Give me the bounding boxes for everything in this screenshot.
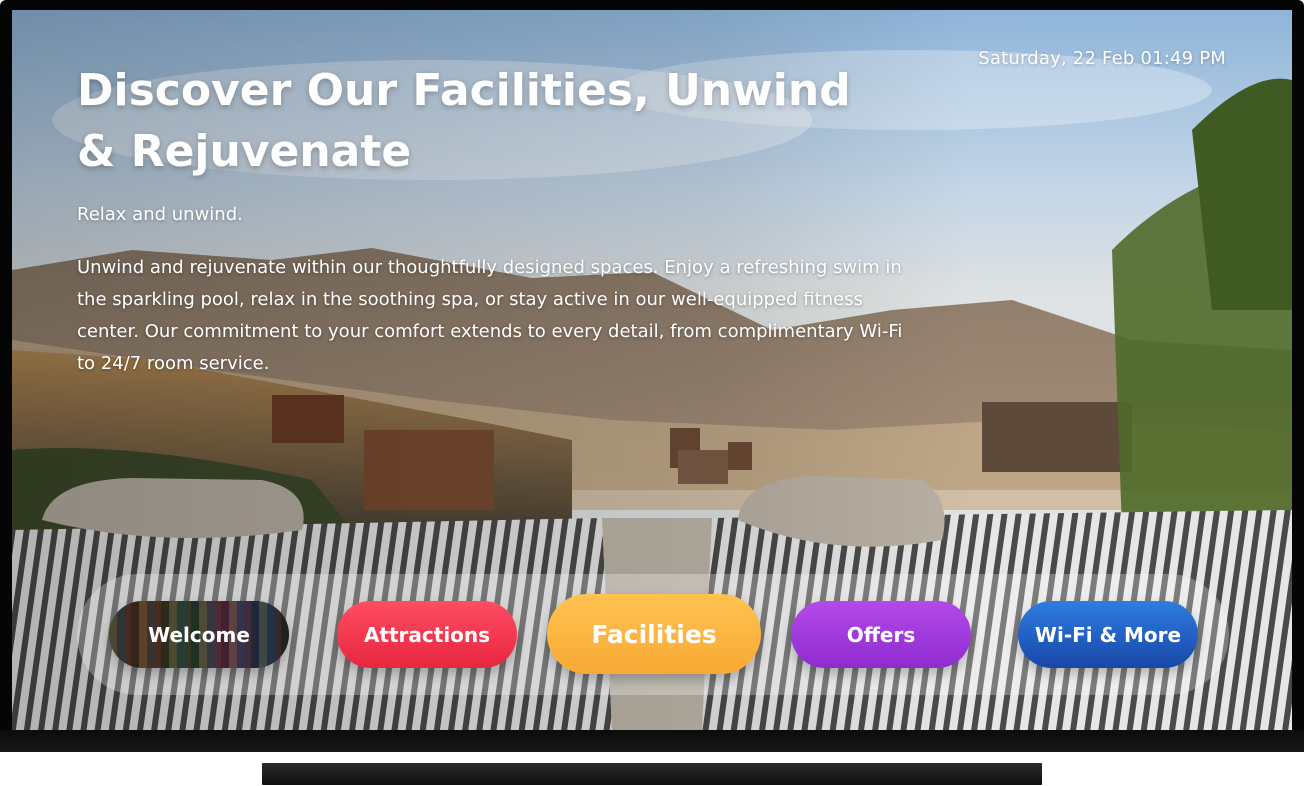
- nav-button-label: Welcome: [148, 622, 250, 647]
- nav-button-label: Wi-Fi & More: [1034, 622, 1182, 647]
- nav-button-attractions[interactable]: Attractions: [337, 601, 517, 668]
- nav-button-facilities[interactable]: Facilities: [547, 594, 761, 674]
- page-title: Discover Our Facilities, Unwind & Rejuve…: [77, 65, 851, 177]
- page-subtitle: Relax and unwind.: [77, 204, 243, 225]
- page-description: Unwind and rejuvenate within our thought…: [77, 257, 903, 374]
- nav-button-label: Attractions: [363, 622, 491, 647]
- tv-stand: [262, 763, 1042, 785]
- datetime-display: Saturday, 22 Feb 01:49 PM: [978, 48, 1226, 69]
- tv-screen: Saturday, 22 Feb 01:49 PM Discover Our F…: [12, 10, 1292, 730]
- nav-button-wifi[interactable]: Wi-Fi & More: [1018, 601, 1198, 668]
- nav-button-offers[interactable]: Offers: [791, 601, 971, 668]
- nav-button-label: Offers: [846, 622, 916, 647]
- nav-button-welcome[interactable]: Welcome: [109, 601, 289, 668]
- nav-button-label: Facilities: [591, 619, 717, 649]
- tv-bottom-bezel: [0, 730, 1304, 752]
